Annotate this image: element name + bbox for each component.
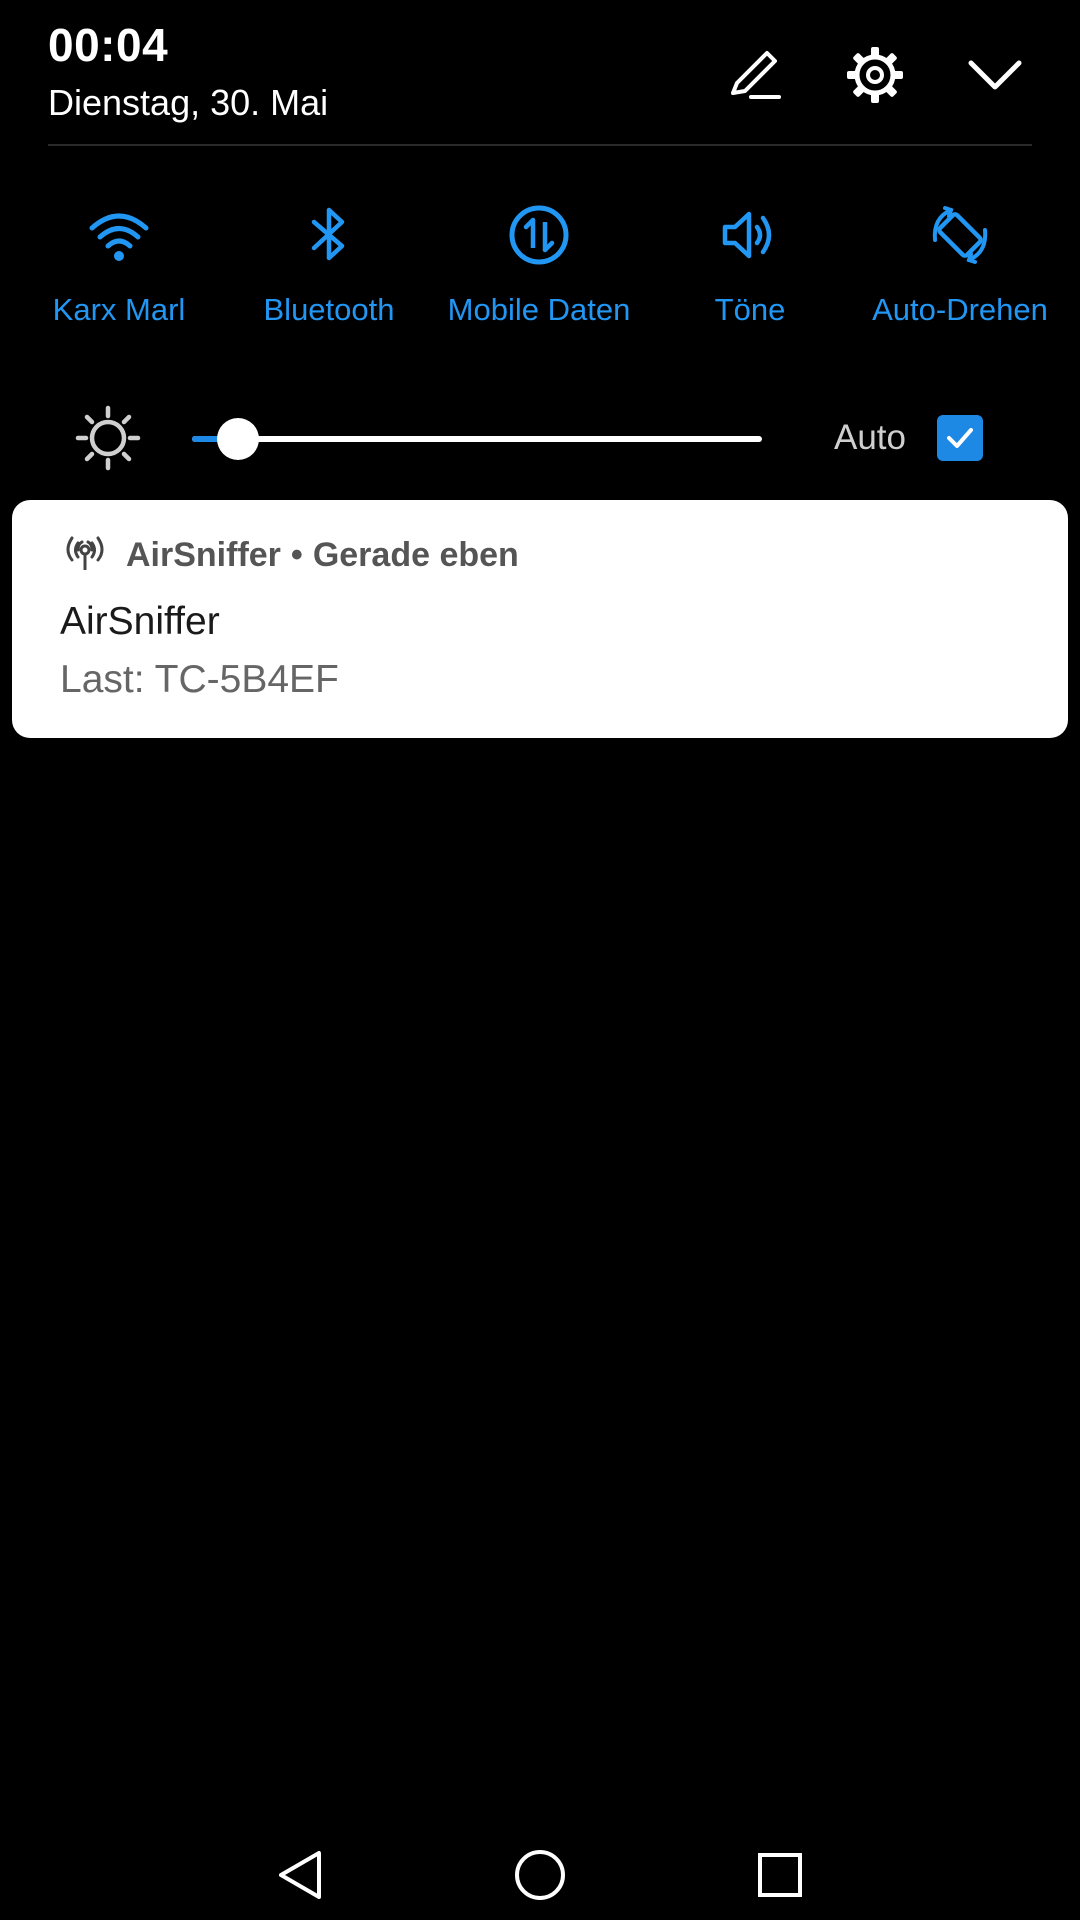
- wifi-icon: [89, 213, 149, 261]
- gear-icon: [847, 47, 903, 103]
- mobile-data-icon: [509, 205, 569, 265]
- recents-button[interactable]: [745, 1840, 815, 1910]
- tile-sound[interactable]: Töne: [645, 200, 855, 340]
- recents-icon: [758, 1853, 802, 1897]
- notification-time: Gerade eben: [312, 536, 519, 574]
- tile-bluetooth[interactable]: Bluetooth: [224, 200, 434, 340]
- notification-separator: •: [290, 536, 303, 574]
- tile-label-auto-rotate: Auto-Drehen: [872, 292, 1048, 327]
- auto-rotate-icon: [932, 206, 988, 264]
- tile-mobile-data[interactable]: Mobile Daten: [434, 200, 644, 340]
- antenna-icon: [66, 536, 104, 570]
- back-icon: [279, 1851, 321, 1899]
- sound-icon: [722, 211, 772, 259]
- tile-label-sound: Töne: [714, 292, 786, 327]
- bluetooth-icon: [311, 207, 345, 261]
- shade-header: 00:04 Dienstag, 30. Mai: [0, 0, 1080, 145]
- header-divider: [48, 144, 1032, 146]
- chevron-down-icon: [968, 60, 1022, 90]
- notification-header: AirSniffer • Gerade eben: [126, 536, 519, 575]
- tile-label-wifi: Karx Marl: [52, 292, 186, 327]
- navigation-bar: [0, 1820, 1080, 1920]
- back-button[interactable]: [266, 1840, 336, 1910]
- settings-button[interactable]: [840, 40, 910, 110]
- notification-title: AirSniffer: [60, 600, 220, 643]
- edit-button[interactable]: [720, 40, 790, 110]
- tile-label-mobile-data: Mobile Daten: [447, 292, 631, 327]
- collapse-button[interactable]: [960, 40, 1030, 110]
- quick-tiles: Karx Marl Bluetooth Mobile Daten Töne Au…: [0, 200, 1080, 340]
- home-button[interactable]: [505, 1840, 575, 1910]
- brightness-slider-thumb[interactable]: [217, 418, 260, 460]
- brightness-slider-track[interactable]: [192, 436, 762, 442]
- checkmark-icon: [947, 428, 973, 448]
- tile-label-bluetooth: Bluetooth: [263, 292, 395, 327]
- brightness-icon: [75, 405, 141, 471]
- tile-wifi[interactable]: Karx Marl: [14, 200, 224, 340]
- home-icon: [515, 1850, 565, 1900]
- notification-card[interactable]: AirSniffer • Gerade eben AirSniffer Last: …: [12, 500, 1068, 738]
- auto-brightness-label: Auto: [834, 418, 906, 457]
- clock-time: 00:04: [48, 19, 169, 71]
- clock-date: Dienstag, 30. Mai: [48, 82, 329, 123]
- tile-auto-rotate[interactable]: Auto-Drehen: [855, 200, 1065, 340]
- auto-brightness-checkbox[interactable]: [937, 415, 983, 461]
- notification-app-name: AirSniffer: [126, 536, 281, 574]
- notification-text: Last: TC-5B4EF: [60, 658, 339, 701]
- notification-shade: 00:04 Dienstag, 30. Mai Karx Marl Blueto…: [0, 0, 1080, 1920]
- edit-icon: [731, 51, 781, 99]
